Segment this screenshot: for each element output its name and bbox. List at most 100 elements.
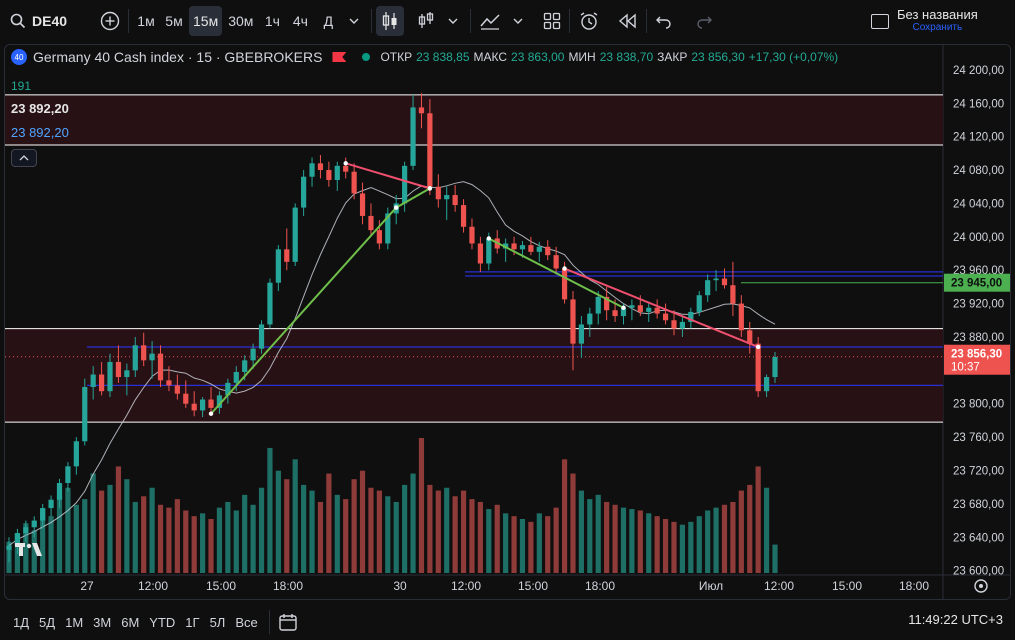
candles-style-button[interactable] bbox=[376, 6, 405, 36]
candle-body bbox=[191, 403, 197, 411]
clock-timezone[interactable]: 11:49:22 UTC+3 bbox=[908, 612, 1003, 627]
chevron-down-icon bbox=[448, 18, 458, 24]
trend-point bbox=[755, 344, 761, 350]
interval-6-button[interactable]: Д bbox=[315, 6, 341, 36]
candle-body bbox=[90, 374, 96, 388]
candle-body bbox=[149, 353, 155, 361]
volume-bar bbox=[713, 507, 719, 573]
bottom-toolbar: 1Д 5Д 1М 3М 6М YTD 1Г 5Л Все 11:49:22 UTC+3 bbox=[0, 604, 1015, 640]
candle-body bbox=[612, 310, 618, 317]
volume-bar bbox=[435, 490, 441, 573]
volume-bar bbox=[444, 487, 450, 573]
volume-bar bbox=[646, 513, 652, 573]
interval-5-button[interactable]: 4ч bbox=[287, 6, 313, 36]
volume-bar bbox=[418, 438, 425, 573]
candle-body bbox=[679, 321, 686, 329]
symbol-search[interactable]: DE40 bbox=[0, 0, 96, 42]
plus-circle-icon bbox=[100, 11, 120, 31]
volume-bar bbox=[595, 494, 601, 573]
bar-style-button[interactable] bbox=[412, 6, 440, 36]
price-tick-label: 24 080,00 bbox=[953, 165, 1004, 177]
range-7-button[interactable]: 5Л bbox=[205, 608, 231, 636]
time-tick-label: 15:00 bbox=[832, 579, 862, 593]
volume-bar bbox=[747, 484, 753, 573]
undo-button[interactable] bbox=[651, 6, 677, 36]
redo-icon bbox=[697, 16, 713, 29]
volume-bar bbox=[671, 521, 677, 573]
series-title[interactable]: Germany 40 Cash index · 15 · GBEBROKERS bbox=[33, 49, 322, 65]
range-3-button[interactable]: 3М bbox=[88, 608, 116, 636]
volume-bar bbox=[705, 510, 711, 573]
range-1-button[interactable]: 5Д bbox=[34, 608, 60, 636]
layout-grid-button[interactable] bbox=[539, 6, 565, 36]
range-4-button[interactable]: 6М bbox=[116, 608, 144, 636]
layout-save-status[interactable]: Сохранить bbox=[897, 22, 978, 34]
layout-title[interactable]: Без названия Сохранить bbox=[871, 6, 1005, 36]
volume-bar bbox=[402, 484, 408, 573]
collapse-legend-button[interactable] bbox=[11, 149, 37, 167]
price-tick-label: 23 800,00 bbox=[953, 399, 1004, 411]
candle-body bbox=[141, 345, 147, 361]
candle-body bbox=[317, 163, 324, 171]
volume-bar bbox=[460, 490, 467, 573]
tradingview-logo-icon[interactable] bbox=[15, 541, 45, 562]
alert-button[interactable] bbox=[574, 6, 604, 36]
goto-date-button[interactable] bbox=[274, 607, 302, 637]
interval-2-button[interactable]: 15м bbox=[189, 6, 223, 36]
price-zone-1 bbox=[5, 328, 943, 423]
candle-body bbox=[166, 380, 172, 386]
indicators-dropdown[interactable] bbox=[505, 6, 531, 36]
candle-body bbox=[250, 348, 256, 361]
candle-body bbox=[570, 299, 576, 344]
interval-3-button[interactable]: 30м bbox=[224, 6, 257, 36]
candle-body bbox=[107, 361, 113, 392]
range-8-button[interactable]: Все bbox=[230, 608, 262, 636]
redo-button[interactable] bbox=[691, 6, 717, 36]
volume-bar bbox=[376, 490, 382, 573]
candle-body bbox=[486, 238, 492, 264]
candle-body bbox=[242, 360, 248, 373]
candle-body bbox=[545, 246, 551, 256]
interval-dropdown[interactable] bbox=[341, 6, 367, 36]
chart-pane[interactable]: 24 200,00 24 160,00 24 120,00 24 080,00 24 0… bbox=[4, 44, 1011, 600]
replay-button[interactable] bbox=[614, 6, 642, 36]
volume-bar bbox=[738, 490, 744, 573]
interval-4-button[interactable]: 1ч bbox=[259, 6, 285, 36]
flag-icon[interactable] bbox=[332, 52, 347, 62]
candle-body bbox=[233, 372, 239, 383]
volume-bar bbox=[578, 490, 584, 573]
range-2-button[interactable]: 1М bbox=[60, 608, 88, 636]
volume-bar bbox=[629, 509, 635, 573]
volume-bar bbox=[477, 501, 483, 573]
volume-bar bbox=[654, 516, 660, 573]
candle-body bbox=[334, 165, 340, 181]
time-tick-label: 18:00 bbox=[899, 579, 929, 593]
range-5-button[interactable]: YTD bbox=[144, 608, 180, 636]
compare-add-button[interactable] bbox=[96, 6, 124, 36]
current-price-label: 23 856,30 bbox=[951, 349, 1002, 361]
range-0-button[interactable]: 1Д bbox=[8, 608, 34, 636]
price-chart[interactable]: 24 200,00 24 160,00 24 120,00 24 080,00 24 0… bbox=[5, 45, 1010, 599]
candle-body bbox=[73, 441, 79, 467]
range-6-button[interactable]: 1Г bbox=[180, 608, 204, 636]
volume-bar bbox=[149, 487, 155, 573]
interval-1-button[interactable]: 5м bbox=[161, 6, 187, 36]
interval-0-button[interactable]: 1м bbox=[133, 6, 159, 36]
volume-bar bbox=[334, 494, 340, 573]
candle-body bbox=[23, 527, 29, 534]
candle-body bbox=[561, 268, 568, 300]
volume-bar bbox=[545, 516, 551, 573]
volume-bar bbox=[662, 519, 669, 573]
indicators-button[interactable] bbox=[475, 6, 505, 36]
candle-body bbox=[368, 215, 374, 231]
chart-type-dropdown[interactable] bbox=[440, 6, 466, 36]
candle-body bbox=[519, 245, 526, 250]
candle-body bbox=[477, 243, 483, 264]
volume-bar bbox=[612, 504, 618, 573]
candle-body bbox=[646, 307, 652, 312]
volume-bar bbox=[620, 507, 627, 573]
volume-bar bbox=[528, 521, 534, 573]
trend-point bbox=[621, 305, 626, 310]
time-tick-label: 12:00 bbox=[138, 579, 168, 593]
market-status-icon bbox=[362, 53, 371, 61]
